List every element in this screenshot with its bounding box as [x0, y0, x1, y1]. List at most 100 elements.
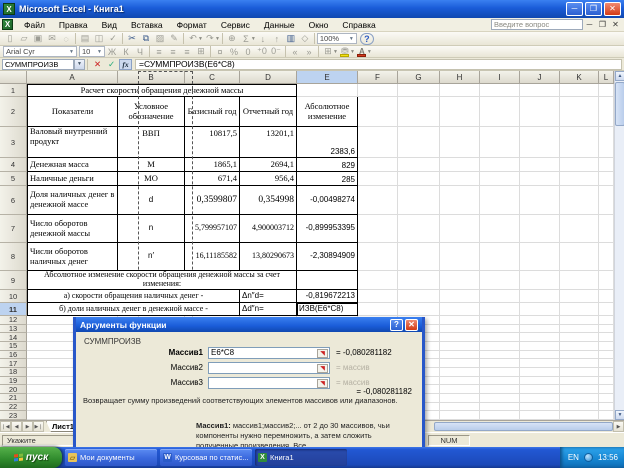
- cell[interactable]: [520, 385, 560, 394]
- header-cell[interactable]: Показатели: [27, 97, 118, 127]
- cell[interactable]: [520, 333, 560, 342]
- cell[interactable]: [358, 84, 398, 97]
- taskbar-item-word-doc[interactable]: W Курсовая по статис...: [160, 449, 252, 466]
- paste-icon[interactable]: ▨: [153, 33, 167, 45]
- chevron-down-icon[interactable]: ▼: [215, 36, 220, 42]
- cell[interactable]: [520, 394, 560, 403]
- row-header[interactable]: 10: [0, 290, 27, 303]
- cell[interactable]: [560, 342, 599, 351]
- cell[interactable]: [480, 97, 520, 127]
- cell[interactable]: [599, 186, 614, 215]
- first-sheet-icon[interactable]: ❘◀: [0, 421, 11, 432]
- cell[interactable]: 13,80290673: [240, 243, 297, 271]
- cell[interactable]: [560, 303, 599, 316]
- cell[interactable]: [560, 411, 599, 420]
- menu-Данные[interactable]: Данные: [257, 19, 302, 31]
- menu-Сервис[interactable]: Сервис: [214, 19, 257, 31]
- select-all-corner[interactable]: [0, 71, 27, 84]
- formula-input[interactable]: =СУММПРОИЗВ(E6*C8): [135, 59, 622, 70]
- cell[interactable]: [560, 158, 599, 172]
- menu-Вставка[interactable]: Вставка: [124, 19, 170, 31]
- cell[interactable]: 671,4: [185, 172, 240, 186]
- header-cell[interactable]: Базисный год: [185, 97, 240, 127]
- cell[interactable]: [560, 290, 599, 303]
- cell[interactable]: [599, 403, 614, 412]
- cell[interactable]: [599, 172, 614, 186]
- cell[interactable]: 13201,1: [240, 127, 297, 158]
- cell[interactable]: [520, 97, 560, 127]
- cell[interactable]: [520, 215, 560, 243]
- cell[interactable]: 5,799957107: [185, 215, 240, 243]
- spelling-icon[interactable]: ✓: [106, 33, 120, 45]
- start-button[interactable]: пуск: [0, 447, 62, 468]
- cell[interactable]: [599, 351, 614, 360]
- scroll-up-icon[interactable]: ▲: [615, 71, 624, 81]
- cell[interactable]: ВВП: [118, 127, 185, 158]
- dialog-help-icon[interactable]: ?: [390, 319, 403, 331]
- new-icon[interactable]: ▯: [3, 33, 17, 45]
- cell[interactable]: [520, 271, 560, 290]
- bold-icon[interactable]: Ж: [105, 46, 119, 58]
- horizontal-scrollbar[interactable]: ▶: [434, 421, 624, 432]
- cell[interactable]: [560, 351, 599, 360]
- cell[interactable]: [560, 359, 599, 368]
- cell[interactable]: [599, 411, 614, 420]
- cell[interactable]: [480, 351, 520, 360]
- format-painter-icon[interactable]: ✎: [167, 33, 181, 45]
- row-header[interactable]: 6: [0, 186, 27, 215]
- cell-title[interactable]: Расчет скорости обращения денежной массы: [27, 84, 297, 97]
- range-selector-icon[interactable]: ◥: [317, 349, 328, 358]
- cell[interactable]: [480, 394, 520, 403]
- comma-icon[interactable]: 0: [241, 46, 255, 58]
- row-header[interactable]: 7: [0, 215, 27, 243]
- cell[interactable]: [520, 290, 560, 303]
- cell[interactable]: [560, 127, 599, 158]
- cell[interactable]: [440, 351, 480, 360]
- cell[interactable]: [599, 303, 614, 316]
- cell[interactable]: [480, 215, 520, 243]
- help-icon[interactable]: ?: [360, 33, 374, 45]
- cell[interactable]: [560, 368, 599, 377]
- enter-entry-button[interactable]: ✓: [105, 59, 118, 70]
- cell[interactable]: [560, 97, 599, 127]
- cell[interactable]: [560, 385, 599, 394]
- row-header[interactable]: 9: [0, 271, 27, 290]
- cell[interactable]: [480, 342, 520, 351]
- cell[interactable]: [480, 316, 520, 325]
- cell[interactable]: [520, 243, 560, 271]
- cell[interactable]: [560, 316, 599, 325]
- cell[interactable]: [398, 158, 440, 172]
- cell[interactable]: [440, 215, 480, 243]
- column-header-K[interactable]: K: [560, 71, 599, 84]
- cell[interactable]: Валовый внутренний продукт: [27, 127, 118, 158]
- sort-asc-icon[interactable]: ↓: [256, 33, 270, 45]
- cell[interactable]: М: [118, 158, 185, 172]
- range-selector-icon[interactable]: ◥: [317, 364, 328, 373]
- vertical-scrollbar[interactable]: ▲ ▼: [614, 71, 624, 420]
- cell[interactable]: [520, 403, 560, 412]
- cell[interactable]: [599, 97, 614, 127]
- cell[interactable]: [398, 243, 440, 271]
- cell[interactable]: [599, 325, 614, 334]
- cell[interactable]: [440, 377, 480, 386]
- cell[interactable]: [599, 333, 614, 342]
- cell[interactable]: [520, 316, 560, 325]
- cell[interactable]: [440, 359, 480, 368]
- cell[interactable]: [560, 394, 599, 403]
- menu-Правка[interactable]: Правка: [52, 19, 95, 31]
- fill-color-icon[interactable]: ⛃: [338, 46, 352, 58]
- cut-icon[interactable]: ✂: [125, 33, 139, 45]
- cell[interactable]: [440, 394, 480, 403]
- cell-item-b[interactable]: б) доли наличных денег в денежной массе …: [27, 303, 240, 316]
- cell[interactable]: [599, 290, 614, 303]
- cell[interactable]: Числи оборотов наличных денег: [27, 243, 118, 271]
- cell[interactable]: [398, 84, 440, 97]
- cell[interactable]: [599, 377, 614, 386]
- cell[interactable]: [440, 325, 480, 334]
- cell[interactable]: [398, 172, 440, 186]
- percent-icon[interactable]: %: [227, 46, 241, 58]
- row-header[interactable]: 3: [0, 127, 27, 158]
- cell-e11-editing[interactable]: ИЗВ(E6*C8): [297, 303, 358, 316]
- cell[interactable]: Денежная масса: [27, 158, 118, 172]
- cell[interactable]: [440, 290, 480, 303]
